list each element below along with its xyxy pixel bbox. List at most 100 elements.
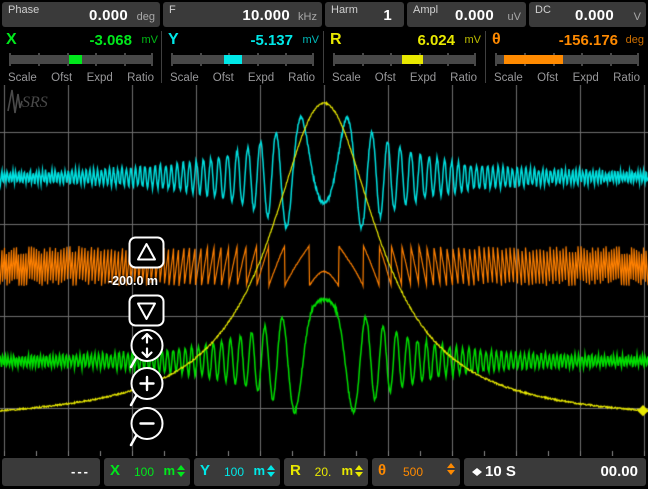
channel-theta-ofst-button[interactable]: Ofst <box>537 72 558 84</box>
channel-x-ratio-button[interactable]: Ratio <box>127 72 154 84</box>
meter-tick <box>38 53 40 66</box>
meter-tick <box>124 53 126 66</box>
scale-readout: -200.0 m <box>108 274 158 288</box>
scale-r-unit-text: m <box>341 463 353 478</box>
scale-updown-button[interactable] <box>128 328 167 371</box>
harmonic-value: 1 <box>383 7 392 24</box>
timebase-label: 10 S <box>472 463 516 480</box>
channel-r-name: R <box>330 31 342 49</box>
meter-tick <box>495 53 497 66</box>
meter-tick <box>333 53 335 66</box>
channel-y-unit: mV <box>303 34 320 46</box>
scale-box-y[interactable]: Y 100 m <box>194 458 280 486</box>
scale-updown-icon <box>128 328 167 371</box>
cursor-readout-box[interactable]: --- <box>2 458 100 486</box>
spinner-updown-icon[interactable] <box>355 465 363 477</box>
channel-r-scale-button[interactable]: Scale <box>332 72 361 84</box>
channel-theta-meter-indicator <box>504 55 563 64</box>
dc-offset-unit: V <box>634 11 641 23</box>
scale-theta-unit <box>445 463 455 475</box>
channel-r-meter-indicator <box>402 55 423 64</box>
channel-y-ofst-button[interactable]: Ofst <box>213 72 234 84</box>
channel-x-value: -3.068 <box>89 32 132 49</box>
elapsed-time: 00.00 <box>600 463 638 480</box>
channel-y-meter[interactable] <box>171 55 314 64</box>
channel-theta-expd-button[interactable]: Expd <box>573 72 599 84</box>
scale-y-name: Y <box>200 462 210 479</box>
frequency-label: F <box>169 4 176 16</box>
dc-offset-label: DC <box>535 4 551 16</box>
channel-theta-value: -156.176 <box>559 32 618 49</box>
meter-tick <box>390 53 392 66</box>
channel-r-unit: mV <box>465 34 482 46</box>
zoom-out-icon <box>128 406 167 449</box>
channel-x-meter-indicator <box>69 55 82 64</box>
meter-tick <box>200 53 202 66</box>
amplitude-label: Ampl <box>413 4 438 16</box>
scale-box-r[interactable]: R 20. m <box>284 458 368 486</box>
channel-panel-theta[interactable]: θ -156.176 deg Scale Ofst Expd Ratio <box>487 30 647 84</box>
phase-value: 0.000 <box>89 7 128 24</box>
pan-down-button[interactable] <box>128 294 165 327</box>
channel-theta-scale-button[interactable]: Scale <box>494 72 523 84</box>
scale-x-name: X <box>110 462 120 479</box>
channel-y-ratio-button[interactable]: Ratio <box>288 72 315 84</box>
channel-y-expd-button[interactable]: Expd <box>248 72 274 84</box>
channel-r-expd-button[interactable]: Expd <box>410 72 436 84</box>
channel-y-scale-button[interactable]: Scale <box>170 72 199 84</box>
frequency-value: 10.000 <box>242 7 290 24</box>
channel-r-menu: Scale Ofst Expd Ratio <box>332 72 477 84</box>
channel-y-name: Y <box>168 31 179 49</box>
frequency-unit: kHz <box>298 11 317 23</box>
meter-tick <box>95 53 97 66</box>
timebase-box[interactable]: 10 S 00.00 <box>464 458 646 486</box>
channel-x-unit: mV <box>142 34 159 46</box>
channel-x-ofst-button[interactable]: Ofst <box>51 72 72 84</box>
spinner-updown-icon[interactable] <box>267 465 275 477</box>
zoom-out-button[interactable] <box>128 406 167 449</box>
channel-x-name: X <box>6 31 17 49</box>
panel-divider <box>161 31 162 83</box>
scale-x-value: 100 <box>130 465 158 479</box>
meter-tick <box>171 53 173 66</box>
channel-r-value: 6.024 <box>417 32 455 49</box>
meter-tick <box>151 53 153 66</box>
amplitude-field[interactable]: Ampl 0.000 uV <box>407 2 526 27</box>
scale-theta-name: θ <box>378 462 386 479</box>
spinner-updown-icon[interactable] <box>447 463 455 475</box>
scale-y-value: 100 <box>220 465 248 479</box>
channel-y-menu: Scale Ofst Expd Ratio <box>170 72 315 84</box>
channel-panel-y[interactable]: Y -5.137 mV Scale Ofst Expd Ratio <box>163 30 322 84</box>
scale-x-unit: m <box>163 463 185 478</box>
channel-x-meter[interactable] <box>9 55 153 64</box>
pan-up-button[interactable] <box>128 236 165 269</box>
channel-theta-meter[interactable] <box>495 55 639 64</box>
channel-panel-r[interactable]: R 6.024 mV Scale Ofst Expd Ratio <box>325 30 484 84</box>
channel-panel-x[interactable]: X -3.068 mV Scale Ofst Expd Ratio <box>1 30 161 84</box>
channel-r-meter[interactable] <box>333 55 476 64</box>
channel-y-value: -5.137 <box>250 32 293 49</box>
meter-tick <box>637 53 639 66</box>
meter-tick <box>257 53 259 66</box>
scale-box-theta[interactable]: θ 500 <box>372 458 460 486</box>
channel-y-meter-indicator <box>224 55 243 64</box>
meter-tick <box>285 53 287 66</box>
amplitude-value: 0.000 <box>455 7 494 24</box>
zoom-in-button[interactable] <box>128 366 167 409</box>
srs-logo: SRS <box>4 87 60 114</box>
channel-theta-ratio-button[interactable]: Ratio <box>613 72 640 84</box>
channel-x-scale-button[interactable]: Scale <box>8 72 37 84</box>
channel-x-expd-button[interactable]: Expd <box>87 72 113 84</box>
frequency-field[interactable]: F 10.000 kHz <box>163 2 322 27</box>
meter-tick <box>610 53 612 66</box>
trace-plot[interactable] <box>0 85 648 456</box>
dc-offset-field[interactable]: DC 0.000 V <box>529 2 646 27</box>
channel-r-ratio-button[interactable]: Ratio <box>450 72 477 84</box>
scale-y-unit-text: m <box>253 463 265 478</box>
phase-field[interactable]: Phase 0.000 deg <box>2 2 160 27</box>
channel-r-ofst-button[interactable]: Ofst <box>375 72 396 84</box>
scale-box-x[interactable]: X 100 m <box>104 458 190 486</box>
harmonic-field[interactable]: Harm 1 <box>325 2 404 27</box>
spinner-updown-icon[interactable] <box>177 465 185 477</box>
channel-theta-menu: Scale Ofst Expd Ratio <box>494 72 640 84</box>
